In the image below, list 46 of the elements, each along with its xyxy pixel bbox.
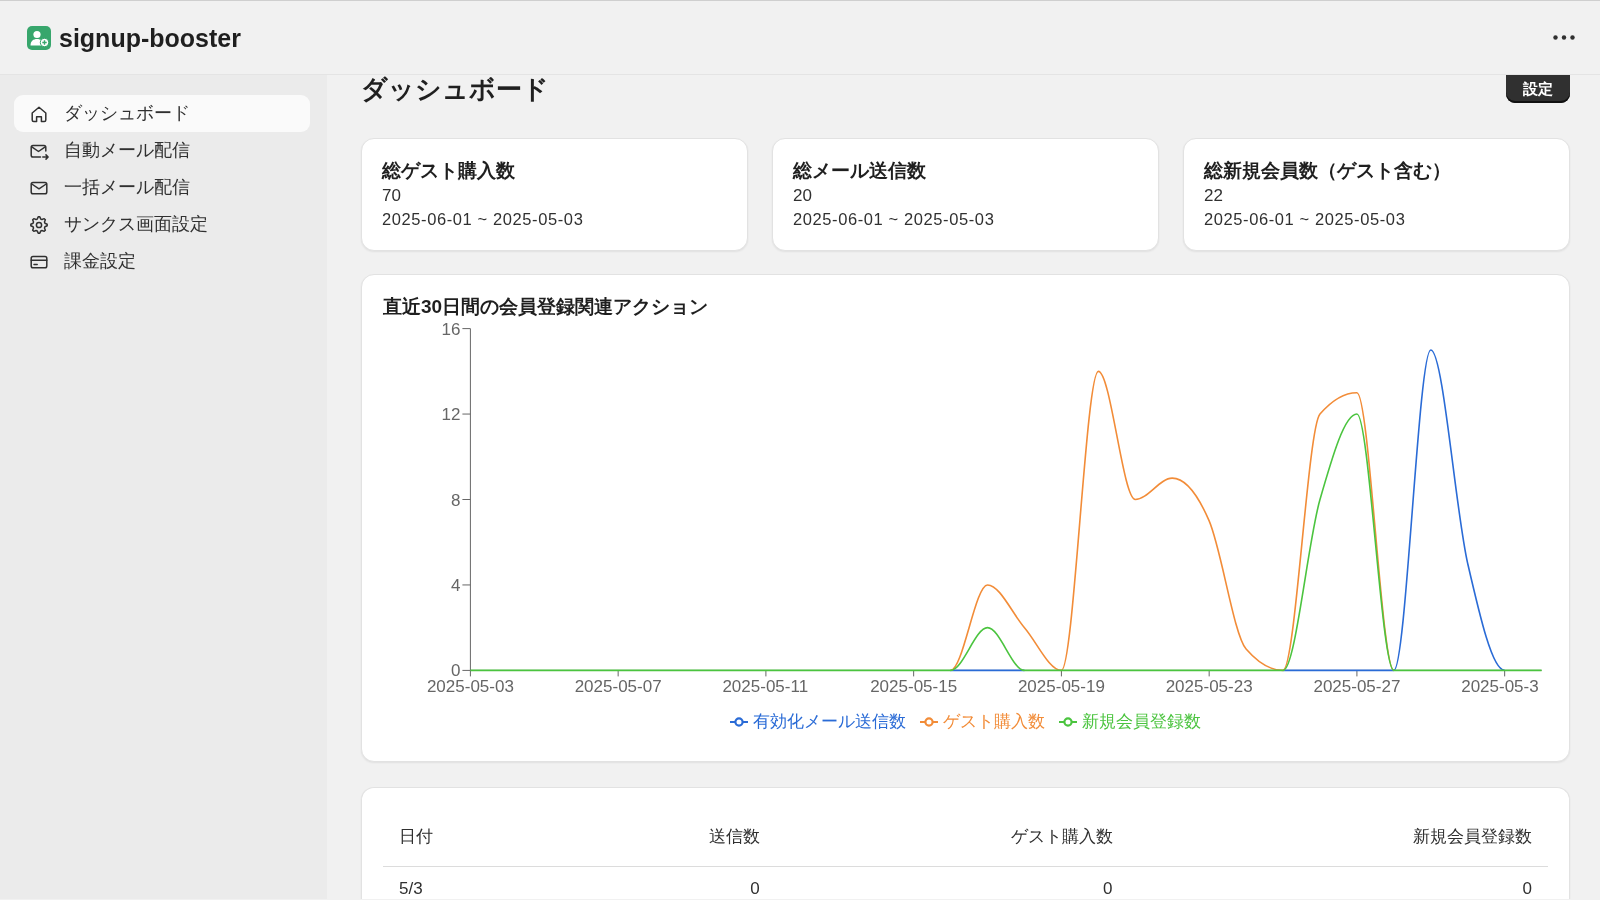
sidebar-item[interactable]: サンクス画面設定 <box>14 206 310 243</box>
legend-label: 新規会員登録数 <box>1082 711 1201 733</box>
app-name: signup-booster <box>59 22 241 54</box>
date-range: 2025-06-01 ~ 2025-05-03 <box>1204 209 1407 230</box>
sidebar-item[interactable]: 課金設定 <box>14 243 310 280</box>
axis-tick-label: 2025-05-15 <box>870 677 958 697</box>
table-cell: 5/3 <box>383 866 580 899</box>
sidebar-item[interactable]: 自動メール配信 <box>14 132 310 169</box>
sidebar-item[interactable]: ダッシュボード <box>14 95 310 132</box>
date-range: 2025-06-01 ~ 2025-05-03 <box>382 209 585 230</box>
stat-value: 22 <box>1204 185 1224 207</box>
stat-title: 総ゲスト購入数 <box>382 159 516 183</box>
axis-tick-label: 2025-05-07 <box>574 677 662 697</box>
axis-tick-label: 16 <box>441 319 461 339</box>
sidebar-item[interactable]: 一括メール配信 <box>14 169 310 206</box>
axis-tick-label: 2025-05-3 <box>1461 677 1539 697</box>
table-cell: 0 <box>1128 866 1548 899</box>
settings-button[interactable]: 設定 <box>1506 75 1570 103</box>
axis-tick-label: 2025-05-27 <box>1313 677 1401 697</box>
table-cell: 0 <box>579 866 776 899</box>
legend-line-icon <box>730 717 748 727</box>
legend-label: 有効化メール送信数 <box>753 711 906 733</box>
more-icon <box>1553 35 1575 40</box>
axis-tick-label: 4 <box>450 575 461 595</box>
page-title: ダッシュボード <box>361 75 549 103</box>
chart-title: 直近30日間の会員登録関連アクション <box>383 295 710 319</box>
stat-title: 総メール送信数 <box>793 159 927 183</box>
stat-value: 20 <box>793 185 813 207</box>
axis-tick-label: 8 <box>450 490 461 510</box>
axis-tick-label: 2025-05-23 <box>1165 677 1253 697</box>
stat-value: 70 <box>382 185 402 207</box>
axis-tick-label: 2025-05-19 <box>1017 677 1105 697</box>
column-header: 送信数 <box>579 808 776 867</box>
column-header: 新規会員登録数 <box>1128 808 1548 867</box>
gear-icon <box>29 214 49 235</box>
legend-line-icon <box>920 717 938 727</box>
app-logo-icon <box>27 25 51 50</box>
stat-title: 総新規会員数（ゲスト含む） <box>1204 159 1452 183</box>
table-cell: 0 <box>775 866 1129 899</box>
axis-tick-label: 12 <box>441 405 461 425</box>
legend-label: ゲスト購入数 <box>943 711 1045 733</box>
legend-line-icon <box>1059 717 1077 727</box>
axis-tick-label: 2025-05-11 <box>722 677 809 697</box>
column-header: 日付 <box>383 808 580 867</box>
column-header: ゲスト購入数 <box>775 808 1129 867</box>
date-range: 2025-06-01 ~ 2025-05-03 <box>793 209 996 230</box>
